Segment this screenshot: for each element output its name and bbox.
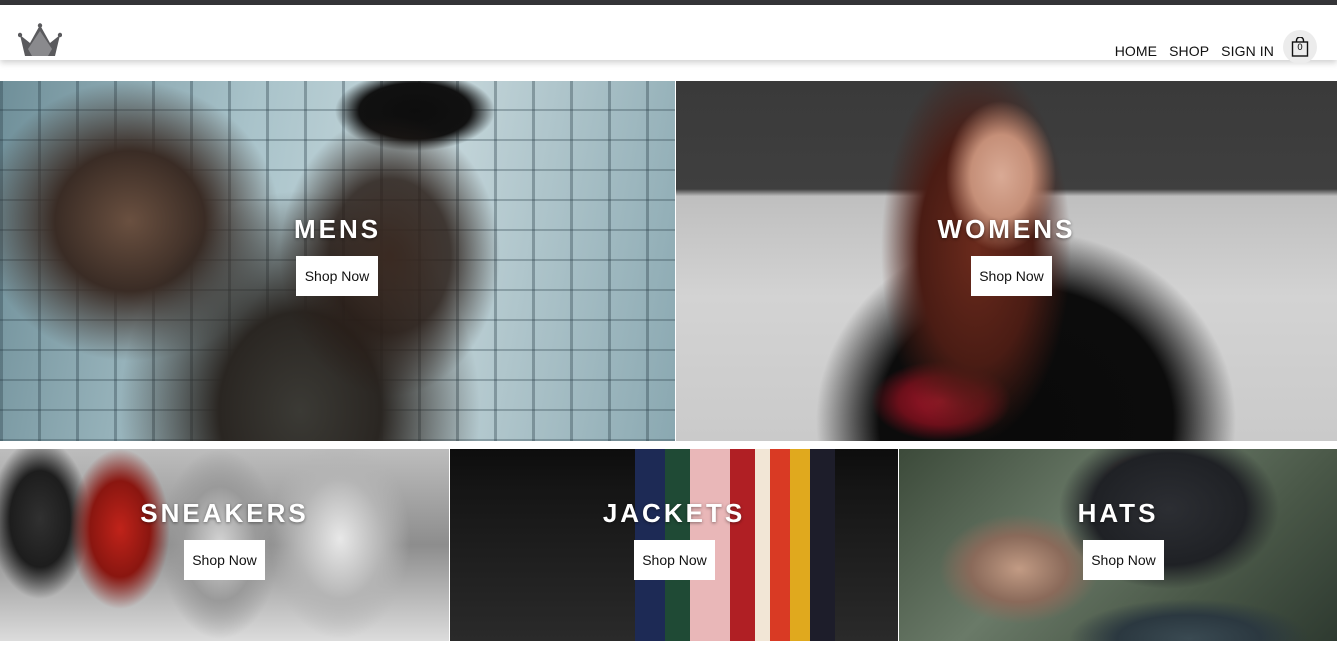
cart-count: 0: [1297, 43, 1303, 53]
crown-icon[interactable]: [17, 23, 63, 57]
shop-now-button[interactable]: Shop Now: [971, 256, 1052, 296]
category-title: HATS: [1077, 498, 1159, 528]
category-title: MENS: [293, 214, 382, 244]
shop-now-button[interactable]: Shop Now: [184, 540, 265, 580]
category-tile-jackets[interactable]: JACKETS Shop Now: [450, 449, 898, 641]
nav-home-link[interactable]: HOME: [1115, 36, 1157, 59]
site-header: HOME SHOP SIGN IN 0: [0, 5, 1337, 64]
nav-sign-in-link[interactable]: SIGN IN: [1221, 36, 1274, 59]
shop-now-button[interactable]: Shop Now: [1083, 540, 1164, 580]
cart-button[interactable]: 0: [1283, 30, 1317, 64]
nav-shop-link[interactable]: SHOP: [1169, 36, 1209, 59]
category-title: JACKETS: [602, 498, 746, 528]
category-tile-sneakers[interactable]: SNEAKERS Shop Now: [0, 449, 449, 641]
category-title: WOMENS: [937, 214, 1076, 244]
category-tile-mens[interactable]: MENS Shop Now: [0, 81, 675, 441]
page-bottom-edge: [0, 641, 1337, 645]
category-tile-womens[interactable]: WOMENS Shop Now: [676, 81, 1337, 441]
shop-now-button[interactable]: Shop Now: [634, 540, 715, 580]
category-title: SNEAKERS: [140, 498, 309, 528]
shop-now-button[interactable]: Shop Now: [296, 256, 378, 296]
main-nav: HOME SHOP SIGN IN 0: [1103, 27, 1317, 67]
category-tile-hats[interactable]: HATS Shop Now: [899, 449, 1337, 641]
